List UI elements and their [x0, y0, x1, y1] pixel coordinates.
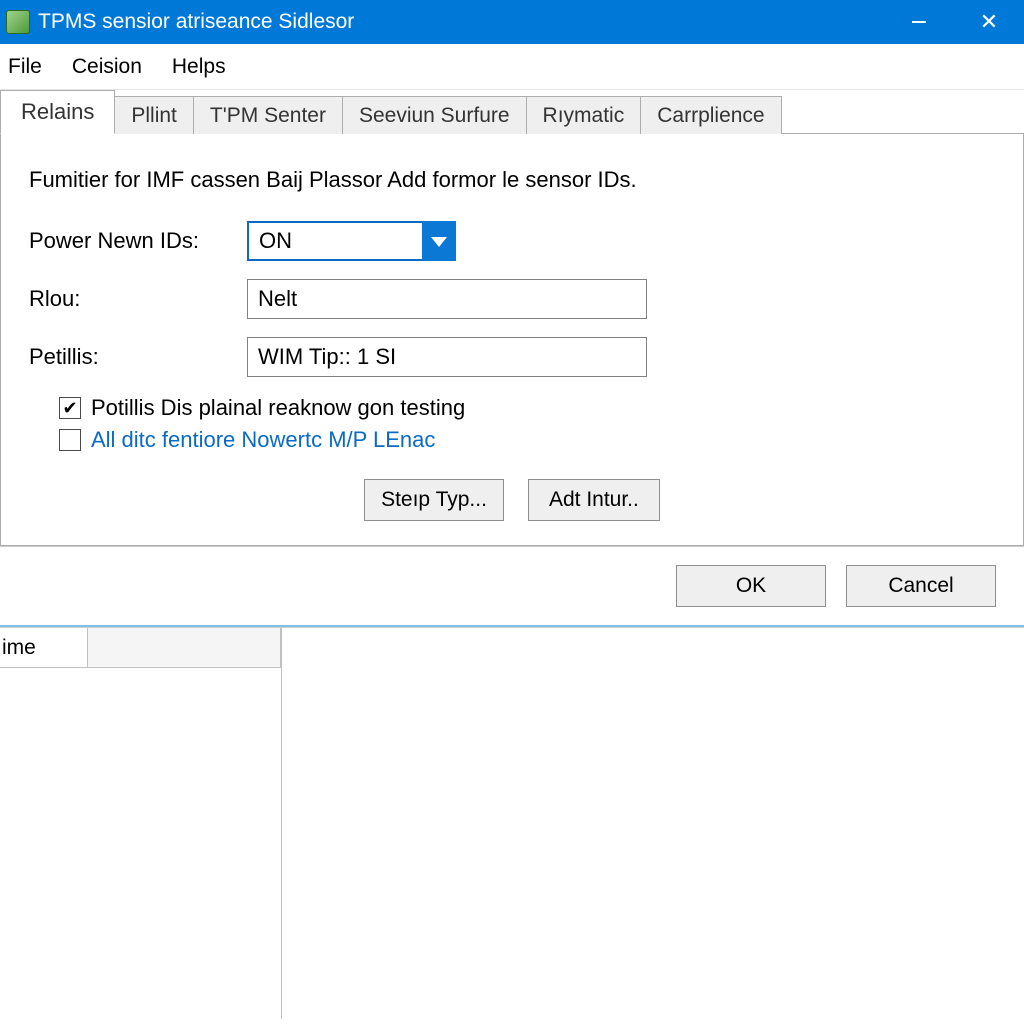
window-titlebar: TPMS sensior atriseance Sidlesor	[0, 0, 1024, 44]
steip-typ-button[interactable]: Steıp Typ...	[364, 479, 504, 521]
window-controls	[884, 0, 1024, 44]
label-power-ids: Power Newn IDs:	[29, 228, 247, 254]
lower-panel: ime	[0, 627, 1024, 1019]
checkbox-1[interactable]	[59, 397, 81, 419]
checkbox-row-1[interactable]: Potillis Dis plainal reaknow gon testing	[59, 395, 995, 421]
menu-bar: File Ceision Helps	[0, 44, 1024, 90]
tab-pllint[interactable]: Pllint	[114, 96, 194, 134]
row-power-ids: Power Newn IDs: ON	[29, 221, 995, 261]
app-icon	[6, 10, 30, 34]
minimize-button[interactable]	[884, 0, 954, 44]
input-rlou[interactable]: Nelt	[247, 279, 647, 319]
label-rlou: Rlou:	[29, 286, 247, 312]
column-header-spacer[interactable]	[88, 628, 281, 667]
tab-carrplience[interactable]: Carrplience	[640, 96, 781, 134]
checkbox-1-label: Potillis Dis plainal reaknow gon testing	[91, 395, 465, 421]
column-header-ime[interactable]: ime	[0, 628, 88, 667]
column-header-row: ime	[0, 628, 281, 668]
close-button[interactable]	[954, 0, 1024, 44]
form-description: Fumitier for IMF cassen Baij Plassor Add…	[29, 167, 995, 193]
tab-seeviun[interactable]: Seeviun Surfure	[342, 96, 527, 134]
tab-relains[interactable]: Relains	[0, 90, 115, 134]
tab-strip: Relains Pllint T'PM Senter Seeviun Surfu…	[0, 90, 1024, 134]
adt-intur-button[interactable]: Adt Intur..	[528, 479, 660, 521]
select-power-ids-value: ON	[247, 221, 422, 261]
input-petillis[interactable]: WIM Tip:: 1 SI	[247, 337, 647, 377]
row-rlou: Rlou: Nelt	[29, 279, 995, 319]
tab-rymatic[interactable]: Rıymatic	[526, 96, 642, 134]
chevron-down-icon[interactable]	[422, 221, 456, 261]
dialog-footer: OK Cancel	[0, 546, 1024, 627]
menu-helps[interactable]: Helps	[168, 53, 230, 81]
menu-file[interactable]: File	[4, 53, 46, 81]
ok-button[interactable]: OK	[676, 565, 826, 607]
select-power-ids[interactable]: ON	[247, 221, 456, 261]
tab-tpm-senter[interactable]: T'PM Senter	[193, 96, 343, 134]
lower-left-pane: ime	[0, 628, 282, 1019]
lower-right-pane	[282, 628, 1024, 1019]
checkbox-2-label: All ditc fentiore Nowertc M/P LEnac	[91, 427, 435, 453]
row-petillis: Petillis: WIM Tip:: 1 SI	[29, 337, 995, 377]
inner-button-row: Steıp Typ... Adt Intur..	[29, 479, 995, 521]
menu-ceision[interactable]: Ceision	[68, 53, 146, 81]
cancel-button[interactable]: Cancel	[846, 565, 996, 607]
label-petillis: Petillis:	[29, 344, 247, 370]
checkbox-2[interactable]	[59, 429, 81, 451]
window-title: TPMS sensior atriseance Sidlesor	[38, 10, 354, 34]
tab-panel-relains: Fumitier for IMF cassen Baij Plassor Add…	[0, 133, 1024, 546]
checkbox-row-2[interactable]: All ditc fentiore Nowertc M/P LEnac	[59, 427, 995, 453]
